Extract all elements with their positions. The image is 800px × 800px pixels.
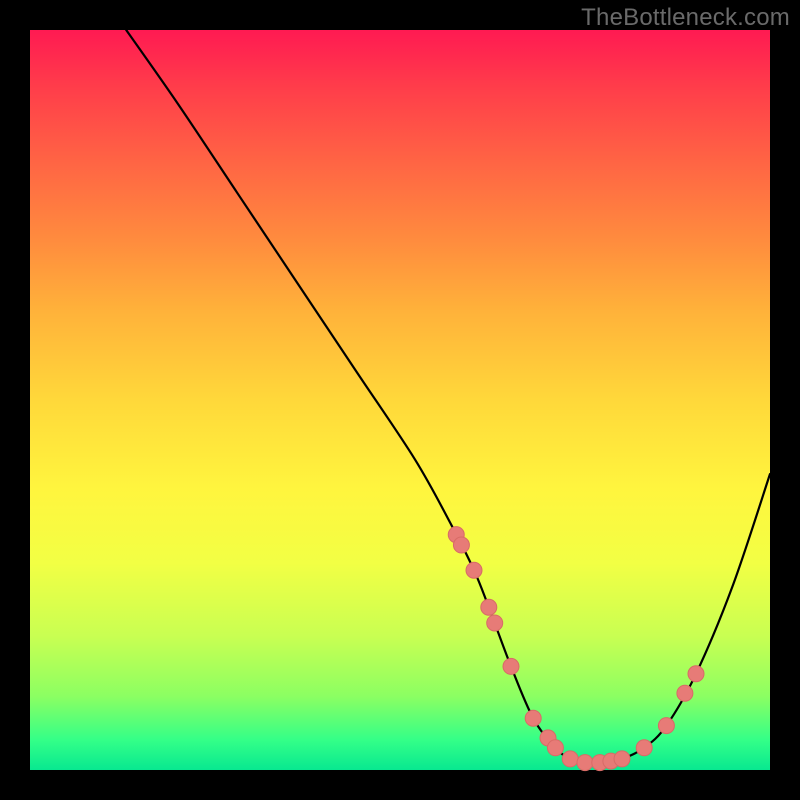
curve-marker xyxy=(503,658,519,674)
curve-marker xyxy=(636,740,652,756)
curve-marker xyxy=(547,740,563,756)
watermark-text: TheBottleneck.com xyxy=(581,4,790,32)
curve-layer xyxy=(30,30,770,770)
curve-markers xyxy=(448,527,704,771)
plot-area xyxy=(30,30,770,770)
bottleneck-curve xyxy=(126,30,770,763)
curve-marker xyxy=(453,537,469,553)
curve-marker xyxy=(688,666,704,682)
curve-marker xyxy=(525,710,541,726)
curve-marker xyxy=(466,562,482,578)
curve-marker xyxy=(577,755,593,771)
curve-marker xyxy=(658,718,674,734)
curve-marker xyxy=(481,599,497,615)
curve-marker xyxy=(614,751,630,767)
curve-marker xyxy=(562,751,578,767)
chart-frame: TheBottleneck.com xyxy=(0,0,800,800)
curve-marker xyxy=(487,615,503,631)
curve-marker xyxy=(677,685,693,701)
